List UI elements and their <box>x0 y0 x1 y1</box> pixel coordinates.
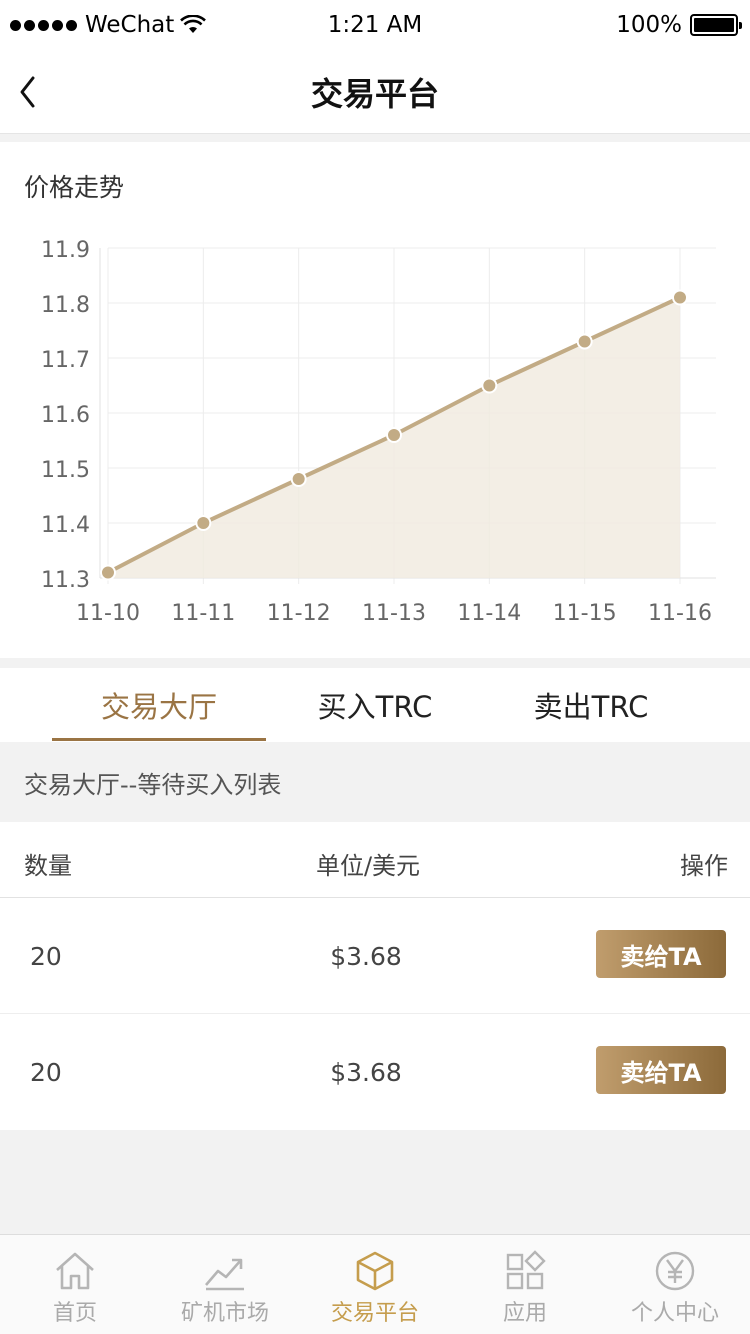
y-tick-label: 11.3 <box>41 568 90 593</box>
battery-info: 100% <box>616 12 742 38</box>
section-header: 交易大厅--等待买入列表 <box>0 742 750 822</box>
battery-percent: 100% <box>616 12 682 38</box>
x-tick-label: 11-15 <box>553 601 617 626</box>
header-action: 操作 <box>680 852 728 880</box>
data-point <box>195 515 212 531</box>
buy-orders-table: 数量 单位/美元 操作 20 $3.68 卖给TA 20 $3.68 卖给TA <box>0 822 750 1130</box>
x-tick-label: 11-10 <box>76 601 140 626</box>
x-tick-label: 11-13 <box>362 601 426 626</box>
chart-icon <box>205 1258 244 1291</box>
back-button[interactable] <box>18 72 58 112</box>
data-point <box>672 289 688 306</box>
tab-label: 卖出TRC <box>533 690 649 724</box>
apps-icon <box>506 1250 546 1290</box>
tabbar-item-profile[interactable]: 个人中心 <box>600 1235 750 1334</box>
y-tick-label: 11.5 <box>41 458 90 483</box>
table-row: 20 $3.68 卖给TA <box>0 898 750 1014</box>
price-trend-chart: 11.9 11.8 11.7 11.6 11.5 11.4 11.3 11-10 11-11 11… <box>41 238 716 626</box>
tabbar-item-trade-platform[interactable]: 交易平台 <box>300 1235 450 1334</box>
y-tick-label: 11.8 <box>41 293 90 318</box>
tabbar-label: 矿机市场 <box>180 1301 269 1326</box>
app-screen: WeChat 1:21 AM 100% 交易平台 价格走势 11.9 11.8 11… <box>0 0 750 1334</box>
y-tick-label: 11.4 <box>41 513 90 538</box>
page-title: 交易平台 <box>310 74 439 113</box>
table-row: 20 $3.68 卖给TA <box>0 1014 750 1130</box>
status-bar: WeChat 1:21 AM 100% <box>0 0 750 50</box>
tabbar-label: 首页 <box>52 1301 97 1326</box>
tabbar-item-home[interactable]: 首页 <box>0 1235 150 1334</box>
bottom-tab-bar: 首页 矿机市场 交易平台 应用 个人中心 <box>0 1234 750 1334</box>
tabbar-item-apps[interactable]: 应用 <box>450 1235 600 1334</box>
data-point <box>290 471 307 487</box>
tab-sell-trc[interactable]: 卖出TRC <box>484 668 698 742</box>
data-point <box>386 427 402 443</box>
battery-icon <box>690 14 742 36</box>
y-tick-label: 11.9 <box>41 238 90 263</box>
x-tick-label: 11-16 <box>648 601 712 626</box>
sell-to-ta-button[interactable]: 卖给TA <box>596 1046 726 1094</box>
data-point <box>481 377 498 394</box>
sell-to-ta-button[interactable]: 卖给TA <box>596 930 726 978</box>
cube-icon <box>356 1251 394 1291</box>
tab-label: 买入TRC <box>317 690 433 724</box>
tab-buy-trc[interactable]: 买入TRC <box>268 668 482 742</box>
data-point <box>100 564 116 581</box>
price-chart-card: 价格走势 11.9 11.8 11.7 11.6 11.5 11.4 11.3 11-10 11… <box>0 142 750 658</box>
home-icon <box>56 1252 94 1290</box>
data-point <box>576 333 593 350</box>
tabbar-label: 个人中心 <box>630 1301 719 1326</box>
y-tick-label: 11.7 <box>41 348 90 373</box>
tabbar-item-miner-market[interactable]: 矿机市场 <box>150 1235 300 1334</box>
tab-trade-hall[interactable]: 交易大厅 <box>52 668 266 742</box>
chevron-left-icon <box>20 76 35 108</box>
header-price: 单位/美元 <box>315 852 421 880</box>
x-tick-label: 11-14 <box>457 601 521 626</box>
nav-bar: 交易平台 <box>0 50 750 134</box>
x-tick-label: 11-11 <box>171 601 235 626</box>
tabbar-label: 交易平台 <box>330 1301 419 1326</box>
yen-icon <box>655 1251 695 1291</box>
table-header: 数量 单位/美元 操作 <box>0 822 750 898</box>
tab-active-indicator <box>52 738 266 741</box>
tabbar-label: 应用 <box>502 1301 547 1326</box>
trade-tabs: 交易大厅 买入TRC 卖出TRC <box>0 668 750 742</box>
tab-label: 交易大厅 <box>100 690 217 724</box>
y-tick-label: 11.6 <box>41 403 90 428</box>
x-tick-label: 11-12 <box>267 601 331 626</box>
